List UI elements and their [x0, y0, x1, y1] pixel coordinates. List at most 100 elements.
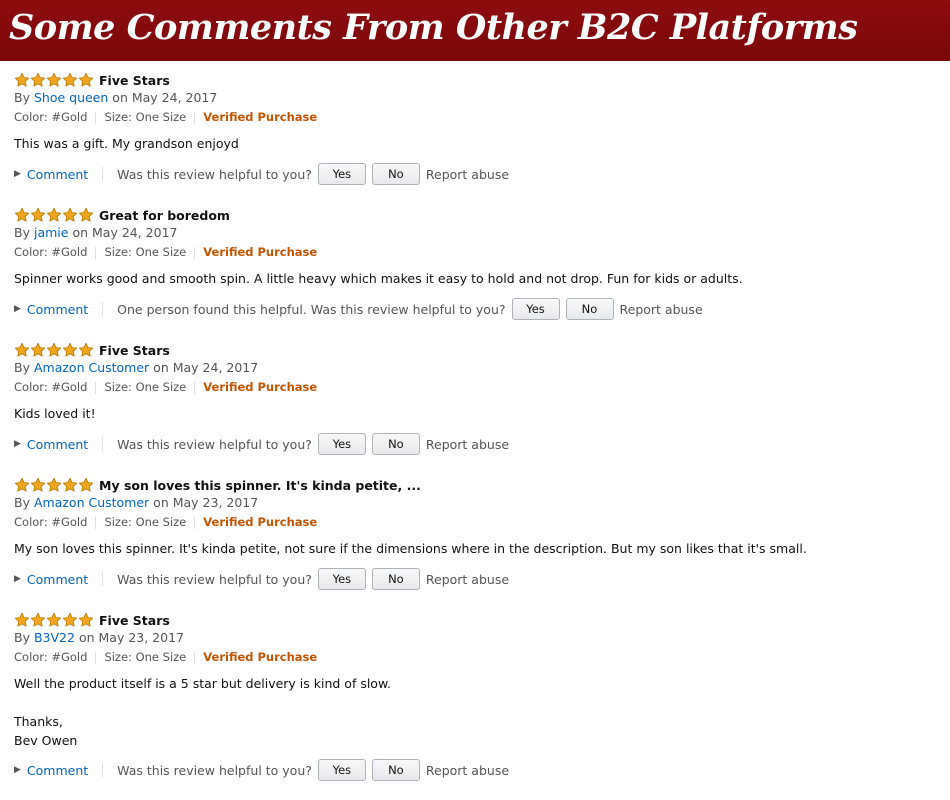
by-label: By — [14, 630, 30, 645]
caret-right-icon: ▶ — [14, 169, 21, 179]
star-icon — [62, 342, 78, 358]
star-icon — [30, 72, 46, 88]
helpful-yes-button[interactable]: Yes — [317, 163, 366, 185]
caret-right-icon: ▶ — [14, 765, 21, 775]
verified-purchase-badge[interactable]: Verified Purchase — [203, 110, 317, 124]
helpful-question: Was this review helpful to you? — [117, 166, 312, 182]
star-rating[interactable] — [14, 72, 94, 88]
size-attribute: Size: One Size — [104, 515, 187, 529]
review-title[interactable]: Great for boredom — [99, 208, 230, 223]
review-title[interactable]: Five Stars — [99, 613, 170, 628]
color-attribute: Color: #Gold — [14, 650, 88, 664]
divider — [95, 381, 97, 394]
star-icon — [46, 72, 62, 88]
divider — [102, 302, 104, 316]
star-icon — [62, 207, 78, 223]
divider — [95, 516, 97, 529]
by-label: By — [14, 225, 30, 240]
review-byline: By Shoe queen on May 24, 2017 — [14, 90, 217, 105]
review-author-link[interactable]: Amazon Customer — [34, 360, 149, 375]
review-attributes: Color: #Gold Size: One Size Verified Purch… — [14, 245, 317, 259]
size-attribute: Size: One Size — [104, 245, 187, 259]
comment-link[interactable]: Comment — [27, 763, 88, 778]
by-label: By — [14, 90, 30, 105]
review-author-link[interactable]: jamie — [34, 225, 68, 240]
verified-purchase-badge[interactable]: Verified Purchase — [203, 380, 317, 394]
helpful-no-button[interactable]: No — [371, 568, 420, 590]
star-icon — [78, 342, 94, 358]
star-icon — [46, 477, 62, 493]
by-label: By — [14, 495, 30, 510]
review-title[interactable]: My son loves this spinner. It's kinda pe… — [99, 478, 421, 493]
on-label: on — [72, 225, 89, 240]
star-icon — [46, 342, 62, 358]
helpful-no-button[interactable]: No — [371, 759, 420, 781]
review-actions: ▶ Comment Was this review helpful to you… — [14, 432, 509, 456]
helpful-yes-button[interactable]: Yes — [317, 568, 366, 590]
helpful-no-button[interactable]: No — [565, 298, 614, 320]
review-actions: ▶ Comment Was this review helpful to you… — [14, 162, 509, 186]
star-icon — [46, 612, 62, 628]
helpful-no-button[interactable]: No — [371, 163, 420, 185]
star-icon — [14, 612, 30, 628]
review-body-line: Well the product itself is a 5 star but … — [14, 676, 392, 691]
helpful-yes-button[interactable]: Yes — [317, 433, 366, 455]
comment-link[interactable]: Comment — [27, 167, 88, 182]
star-icon — [30, 612, 46, 628]
comment-link[interactable]: Comment — [27, 302, 88, 317]
color-attribute: Color: #Gold — [14, 245, 88, 259]
star-icon — [78, 612, 94, 628]
star-icon — [62, 72, 78, 88]
helpful-yes-button[interactable]: Yes — [317, 759, 366, 781]
star-rating[interactable] — [14, 342, 94, 358]
review-author-link[interactable]: Shoe queen — [34, 90, 108, 105]
star-icon — [62, 477, 78, 493]
helpful-no-button[interactable]: No — [371, 433, 420, 455]
review-byline: By B3V22 on May 23, 2017 — [14, 630, 184, 645]
report-abuse-link[interactable]: Report abuse — [426, 437, 509, 452]
review-title[interactable]: Five Stars — [99, 343, 170, 358]
review-title[interactable]: Five Stars — [99, 73, 170, 88]
helpful-question: Was this review helpful to you? — [117, 436, 312, 452]
review-byline: By jamie on May 24, 2017 — [14, 225, 177, 240]
verified-purchase-badge[interactable]: Verified Purchase — [203, 515, 317, 529]
star-rating[interactable] — [14, 477, 94, 493]
review-attributes: Color: #Gold Size: One Size Verified Purch… — [14, 650, 317, 664]
report-abuse-link[interactable]: Report abuse — [426, 572, 509, 587]
review-actions: ▶ Comment Was this review helpful to you… — [14, 758, 509, 782]
comment-link[interactable]: Comment — [27, 437, 88, 452]
divider — [102, 167, 104, 181]
star-icon — [62, 612, 78, 628]
page-banner: Some Comments From Other B2C Platforms — [0, 0, 950, 61]
star-icon — [14, 342, 30, 358]
report-abuse-link[interactable]: Report abuse — [426, 763, 509, 778]
color-attribute: Color: #Gold — [14, 515, 88, 529]
review-body-line: Thanks, — [14, 714, 63, 729]
on-label: on — [153, 360, 169, 375]
divider — [194, 111, 196, 124]
review-author-link[interactable]: B3V22 — [34, 630, 75, 645]
comment-link[interactable]: Comment — [27, 572, 88, 587]
size-attribute: Size: One Size — [104, 650, 187, 664]
review-actions: ▶ Comment Was this review helpful to you… — [14, 567, 509, 591]
divider — [95, 246, 97, 259]
star-rating[interactable] — [14, 612, 94, 628]
report-abuse-link[interactable]: Report abuse — [426, 167, 509, 182]
color-attribute: Color: #Gold — [14, 110, 88, 124]
review-author-link[interactable]: Amazon Customer — [34, 495, 149, 510]
helpful-yes-button[interactable]: Yes — [511, 298, 560, 320]
size-attribute: Size: One Size — [104, 110, 187, 124]
divider — [194, 516, 196, 529]
divider — [194, 246, 196, 259]
review-attributes: Color: #Gold Size: One Size Verified Purch… — [14, 515, 317, 529]
review-body: Kids loved it! — [14, 406, 96, 421]
star-icon — [30, 477, 46, 493]
review-attributes: Color: #Gold Size: One Size Verified Purch… — [14, 380, 317, 394]
report-abuse-link[interactable]: Report abuse — [620, 302, 703, 317]
verified-purchase-badge[interactable]: Verified Purchase — [203, 245, 317, 259]
star-rating[interactable] — [14, 207, 94, 223]
review-byline: By Amazon Customer on May 23, 2017 — [14, 495, 258, 510]
review-body: Spinner works good and smooth spin. A li… — [14, 271, 743, 286]
verified-purchase-badge[interactable]: Verified Purchase — [203, 650, 317, 664]
divider — [194, 381, 196, 394]
